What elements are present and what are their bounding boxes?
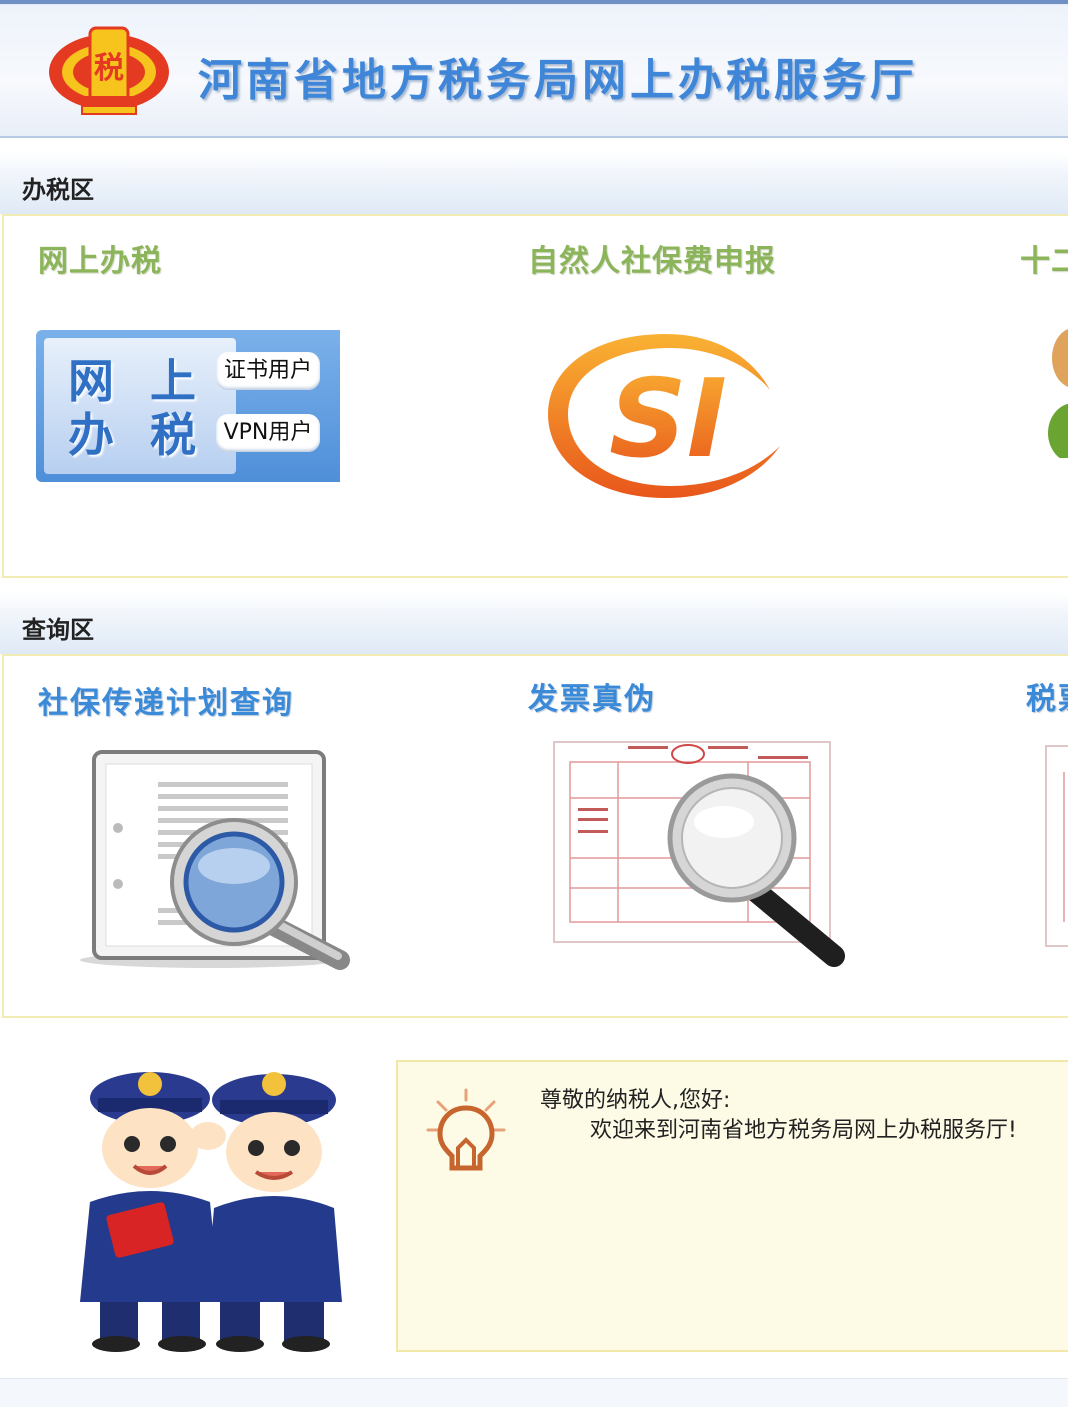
- online-tax-button-block: 网 上 办 税 证书用户 VPN用户: [36, 330, 340, 482]
- third-query-item-title[interactable]: 税票: [1026, 674, 1068, 718]
- document-search-icon[interactable]: [70, 748, 360, 974]
- site-title: 河南省地方税务局网上办税服务厅: [198, 55, 918, 106]
- lightbulb-icon: [424, 1086, 510, 1176]
- welcome-box: 尊敬的纳税人,您好: 欢迎来到河南省地方税务局网上办税服务厅!: [396, 1060, 1068, 1352]
- vpn-user-button[interactable]: VPN用户: [216, 414, 320, 452]
- cert-user-button[interactable]: 证书用户: [216, 352, 320, 390]
- si-logo-icon[interactable]: SI: [544, 326, 788, 506]
- header-top-line: [0, 0, 1068, 4]
- section-label-tax: 办税区: [22, 175, 94, 204]
- online-tax-big-line2: 办 税: [68, 408, 207, 462]
- welcome-message: 欢迎来到河南省地方税务局网上办税服务厅!: [590, 1118, 1017, 1143]
- emblem-glyph: 税: [94, 51, 124, 86]
- si-logo-text: SI: [609, 357, 727, 482]
- section-bar-query: [0, 592, 1068, 655]
- tax-officers-illustration: [70, 1062, 354, 1358]
- welcome-greeting: 尊敬的纳税人,您好:: [540, 1088, 731, 1113]
- online-tax-main-button[interactable]: 网 上 办 税: [44, 338, 236, 474]
- section-label-query: 查询区: [22, 615, 94, 644]
- tax-emblem-icon: 税: [46, 18, 172, 122]
- third-tax-item-title[interactable]: 十二: [1020, 236, 1068, 280]
- tax-receipt-icon[interactable]: [1040, 742, 1068, 952]
- footer-bar: [0, 1378, 1068, 1407]
- social-plan-query-title[interactable]: 社保传递计划查询: [38, 678, 294, 722]
- invoice-verify-title[interactable]: 发票真伪: [528, 674, 656, 718]
- site-header: 税 河南省地方税务局网上办税服务厅: [0, 0, 1068, 138]
- person-icon[interactable]: [1044, 318, 1068, 463]
- section-bar-tax: [0, 152, 1068, 215]
- online-tax-big-line1: 网 上: [68, 354, 207, 408]
- invoice-search-icon[interactable]: [548, 738, 858, 970]
- online-tax-title[interactable]: 网上办税: [38, 236, 162, 280]
- social-insurance-title[interactable]: 自然人社保费申报: [528, 236, 776, 280]
